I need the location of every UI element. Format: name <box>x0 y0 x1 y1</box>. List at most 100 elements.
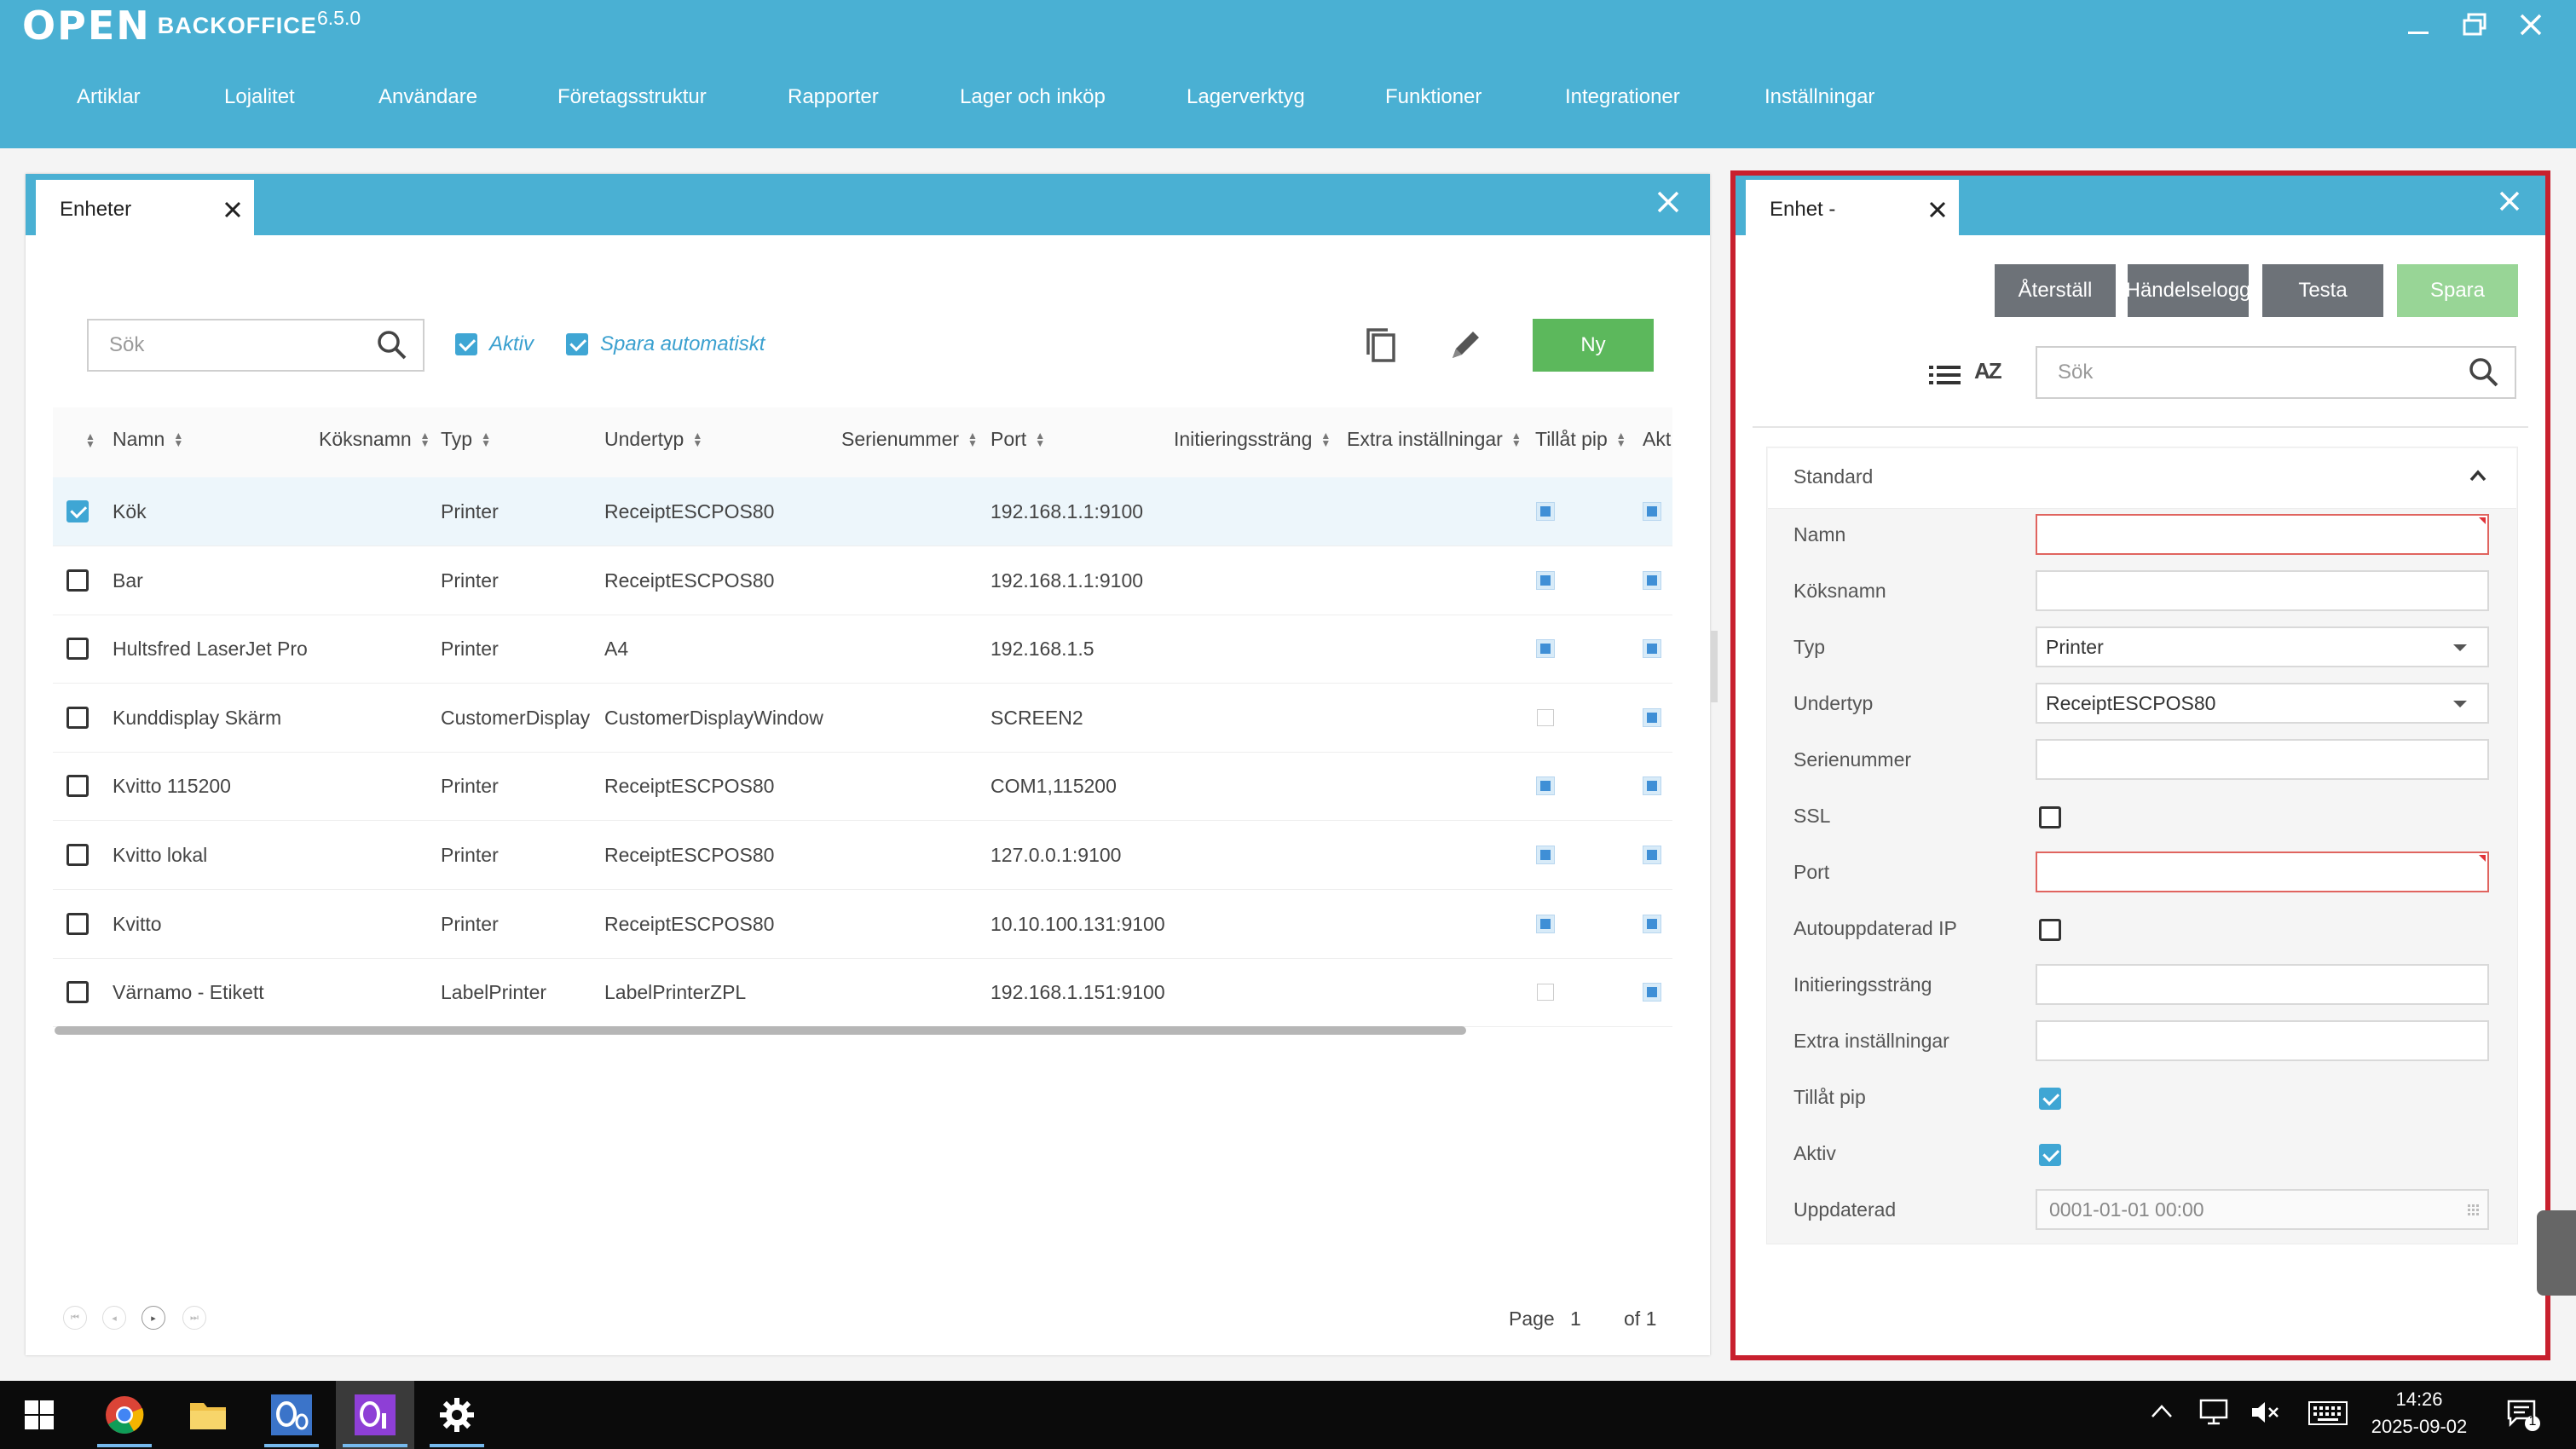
row-select-checkbox[interactable] <box>66 706 89 729</box>
select-all-sort[interactable]: ▲ ▼ <box>77 431 95 452</box>
menu-lager-och-inkop[interactable]: Lager och inköp <box>960 85 1106 109</box>
ssl-checkbox[interactable] <box>2039 806 2061 828</box>
menu-anvandare[interactable]: Användare <box>378 85 477 109</box>
last-page-button[interactable]: ⏭ <box>182 1306 206 1330</box>
row-select-checkbox[interactable] <box>66 912 89 935</box>
serienummer-field[interactable] <box>2036 739 2489 780</box>
namn-field[interactable] <box>2036 514 2489 555</box>
autosave-checkbox[interactable]: Spara automatiskt <box>566 332 765 356</box>
initieringsstrang-field[interactable] <box>2036 964 2489 1005</box>
save-button[interactable]: Spara <box>2397 264 2518 317</box>
taskbar-open-app-2[interactable] <box>336 1381 414 1449</box>
restore-button[interactable] <box>2453 5 2496 44</box>
minimize-button[interactable] <box>2397 5 2440 44</box>
port-field[interactable] <box>2036 852 2489 892</box>
row-select-checkbox[interactable] <box>66 500 89 522</box>
panel-splitter[interactable] <box>1711 631 1718 702</box>
cell-aktiv-checkbox[interactable] <box>1643 570 1661 590</box>
table-row[interactable] <box>53 477 1672 546</box>
edit-button[interactable] <box>1447 326 1485 367</box>
volume-tray-button[interactable] <box>2250 1400 2279 1429</box>
column-header-aktiv[interactable]: Akt <box>1643 428 1671 451</box>
column-header-undertyp[interactable]: Undertyp ▲ ▼ <box>604 428 702 451</box>
column-header-typ[interactable]: Typ ▲ ▼ <box>441 428 491 451</box>
page-number-input[interactable]: 1 <box>1570 1308 1581 1331</box>
menu-lagerverktyg[interactable]: Lagerverktyg <box>1187 85 1305 109</box>
autosave-checkbox-box[interactable] <box>566 333 588 355</box>
column-header-tillat-pip[interactable]: Tillåt pip ▲ ▼ <box>1535 428 1626 451</box>
cell-tillat-pip-checkbox[interactable] <box>1536 639 1555 659</box>
taskbar-open-app-1[interactable] <box>257 1381 326 1449</box>
table-row[interactable] <box>53 821 1672 890</box>
menu-rapporter[interactable]: Rapporter <box>788 85 879 109</box>
device-search-input[interactable]: Sök <box>87 319 425 372</box>
autouppdaterad-ip-checkbox[interactable] <box>2039 919 2061 941</box>
column-header-initieringsstrang[interactable]: Initieringssträng ▲ ▼ <box>1174 428 1331 451</box>
row-select-checkbox[interactable] <box>66 569 89 592</box>
calendar-icon[interactable] <box>2467 1204 2481 1217</box>
undertyp-select[interactable]: ReceiptESCPOS80 <box>2036 683 2489 724</box>
active-checkbox-box[interactable] <box>455 333 477 355</box>
menu-artiklar[interactable]: Artiklar <box>77 85 141 109</box>
table-row[interactable] <box>53 752 1672 822</box>
row-select-checkbox[interactable] <box>66 844 89 866</box>
close-devices-panel-button[interactable] <box>1655 189 1681 219</box>
cell-tillat-pip-checkbox[interactable] <box>1536 914 1555 933</box>
cell-aktiv-checkbox[interactable] <box>1643 776 1661 796</box>
row-select-checkbox[interactable] <box>66 981 89 1004</box>
tray-overflow-button[interactable] <box>2150 1403 2174 1424</box>
cell-aktiv-checkbox[interactable] <box>1643 707 1661 727</box>
prev-page-button[interactable]: ◂ <box>102 1306 126 1330</box>
new-device-button[interactable]: Ny <box>1533 319 1654 372</box>
column-header-port[interactable]: Port ▲ ▼ <box>991 428 1045 451</box>
event-log-button[interactable]: Händelselogg <box>2128 264 2249 317</box>
property-search-input[interactable]: Sök <box>2036 346 2516 399</box>
test-button[interactable]: Testa <box>2262 264 2383 317</box>
row-select-checkbox[interactable] <box>66 775 89 798</box>
touch-keyboard-button[interactable] <box>2308 1401 2348 1429</box>
menu-foretagsstruktur[interactable]: Företagsstruktur <box>557 85 707 109</box>
table-row[interactable] <box>53 958 1672 1028</box>
search-icon[interactable] <box>2469 357 2499 388</box>
cell-tillat-pip-checkbox[interactable] <box>1536 776 1555 796</box>
sort-alphabetical-button[interactable]: AZ <box>1974 358 2002 384</box>
network-tray-button[interactable] <box>2199 1398 2230 1429</box>
category-view-button[interactable] <box>1928 358 1962 396</box>
tab-enheter[interactable]: Enheter <box>36 180 254 240</box>
cell-aktiv-checkbox[interactable] <box>1643 914 1661 933</box>
menu-funktioner[interactable]: Funktioner <box>1385 85 1481 109</box>
side-flyout-handle[interactable] <box>2537 1210 2576 1296</box>
active-filter-checkbox[interactable]: Aktiv <box>455 332 534 356</box>
close-tab-icon[interactable] <box>223 200 242 219</box>
section-header-standard[interactable] <box>1768 448 2516 509</box>
aktiv-checkbox[interactable] <box>2039 1144 2061 1166</box>
taskbar-file-explorer[interactable] <box>174 1381 242 1449</box>
tillat-pip-checkbox[interactable] <box>2039 1088 2061 1110</box>
menu-lojalitet[interactable]: Lojalitet <box>224 85 295 109</box>
cell-tillat-pip-checkbox[interactable] <box>1536 502 1555 521</box>
menu-installningar[interactable]: Inställningar <box>1765 85 1874 109</box>
cell-tillat-pip-checkbox[interactable] <box>1536 570 1555 590</box>
cell-aktiv-checkbox[interactable] <box>1643 846 1661 864</box>
cell-tillat-pip-checkbox[interactable] <box>1537 984 1554 1002</box>
table-row[interactable] <box>53 684 1672 753</box>
close-window-button[interactable] <box>2510 5 2552 44</box>
next-page-button[interactable]: ▸ <box>142 1306 165 1330</box>
cell-aktiv-checkbox[interactable] <box>1643 639 1661 659</box>
cell-aktiv-checkbox[interactable] <box>1643 983 1661 1002</box>
koksnamn-field[interactable] <box>2036 570 2489 611</box>
action-center-button[interactable]: 1 <box>2506 1398 2540 1436</box>
taskbar-settings[interactable] <box>423 1381 491 1449</box>
search-icon[interactable] <box>377 330 407 361</box>
column-header-namn[interactable]: Namn ▲ ▼ <box>113 428 183 451</box>
extra-installningar-field[interactable] <box>2036 1020 2489 1061</box>
row-select-checkbox[interactable] <box>66 638 89 661</box>
reset-button[interactable]: Återställ <box>1995 264 2116 317</box>
table-horizontal-scrollbar[interactable] <box>55 1026 1466 1035</box>
table-row[interactable] <box>53 546 1672 615</box>
cell-aktiv-checkbox[interactable] <box>1643 502 1661 521</box>
table-row[interactable] <box>53 890 1672 959</box>
start-button[interactable] <box>5 1381 73 1449</box>
cell-tillat-pip-checkbox[interactable] <box>1536 846 1555 864</box>
typ-select[interactable]: Printer <box>2036 626 2489 667</box>
